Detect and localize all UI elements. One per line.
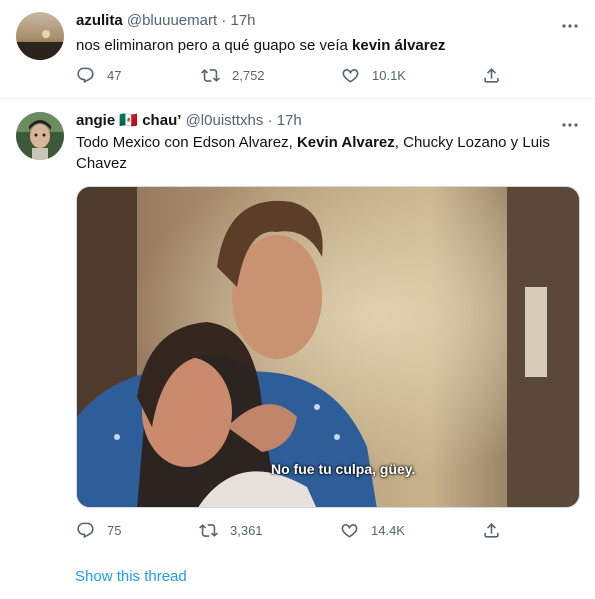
retweet-button[interactable]: 3,361 bbox=[199, 521, 263, 540]
reply-count: 75 bbox=[107, 523, 122, 538]
separator-dot: · bbox=[221, 12, 227, 29]
avatar[interactable] bbox=[16, 12, 64, 60]
like-icon bbox=[341, 524, 358, 538]
user-handle[interactable]: @l0uisttxhs bbox=[186, 112, 264, 129]
like-icon bbox=[342, 69, 359, 83]
tweet-media-image[interactable]: No fue tu culpa, güey. bbox=[76, 186, 580, 508]
tweet-text-part: nos eliminaron pero a qué guapo se veía bbox=[76, 37, 353, 54]
timestamp[interactable]: 17h bbox=[230, 12, 255, 29]
like-button[interactable]: 14.4K bbox=[340, 521, 405, 540]
tweet-actions: 75 3,361 14.4K bbox=[76, 521, 576, 541]
like-count: 10.1K bbox=[372, 68, 406, 83]
more-icon[interactable] bbox=[561, 117, 579, 128]
reply-button[interactable]: 75 bbox=[76, 521, 121, 540]
tweet-text-highlight: Kevin Alvarez bbox=[296, 134, 395, 151]
retweet-count: 2,752 bbox=[232, 68, 265, 83]
show-thread-link[interactable]: Show this thread bbox=[75, 568, 187, 585]
media-caption: No fue tu culpa, güey. bbox=[271, 461, 416, 477]
share-button[interactable] bbox=[482, 66, 501, 85]
retweet-count: 3,361 bbox=[230, 523, 263, 538]
retweet-button[interactable]: 2,752 bbox=[201, 66, 265, 85]
like-count: 14.4K bbox=[371, 523, 405, 538]
share-button[interactable] bbox=[482, 521, 501, 540]
tweet-text: Todo Mexico con Edson Alvarez, Kevin Alv… bbox=[76, 132, 556, 174]
tweet-actions: 47 2,752 10.1K bbox=[76, 66, 576, 86]
user-handle[interactable]: @bluuuemart bbox=[127, 12, 217, 29]
timestamp[interactable]: 17h bbox=[277, 112, 302, 129]
reply-icon bbox=[77, 67, 94, 84]
more-icon[interactable] bbox=[561, 18, 579, 29]
tweet-text: nos eliminaron pero a qué guapo se veía … bbox=[76, 35, 576, 56]
retweet-icon bbox=[201, 69, 220, 82]
share-icon bbox=[484, 523, 499, 538]
tweet-header: angie 🇲🇽 chau’ @l0uisttxhs · 17h bbox=[76, 111, 302, 129]
display-name[interactable]: angie bbox=[76, 112, 115, 129]
tweet-header: azulita @bluuuemart · 17h bbox=[76, 12, 256, 29]
tweet-1[interactable]: azulita @bluuuemart · 17h nos eliminaron… bbox=[0, 0, 595, 98]
separator-dot: · bbox=[267, 112, 273, 129]
share-icon bbox=[484, 68, 499, 83]
avatar[interactable] bbox=[16, 112, 64, 160]
reply-count: 47 bbox=[107, 68, 122, 83]
mexico-flag-icon: 🇲🇽 bbox=[119, 112, 139, 129]
display-name[interactable]: azulita bbox=[76, 12, 123, 29]
display-name-suffix[interactable]: chau’ bbox=[142, 112, 181, 129]
reply-button[interactable]: 47 bbox=[76, 66, 121, 85]
tweet-text-part: Todo Mexico con Edson Alvarez, bbox=[76, 134, 297, 151]
reply-icon bbox=[77, 522, 94, 539]
retweet-icon bbox=[199, 524, 218, 537]
media-photo bbox=[77, 187, 579, 507]
like-button[interactable]: 10.1K bbox=[341, 66, 406, 85]
tweet-text-highlight: kevin álvarez bbox=[352, 37, 446, 54]
